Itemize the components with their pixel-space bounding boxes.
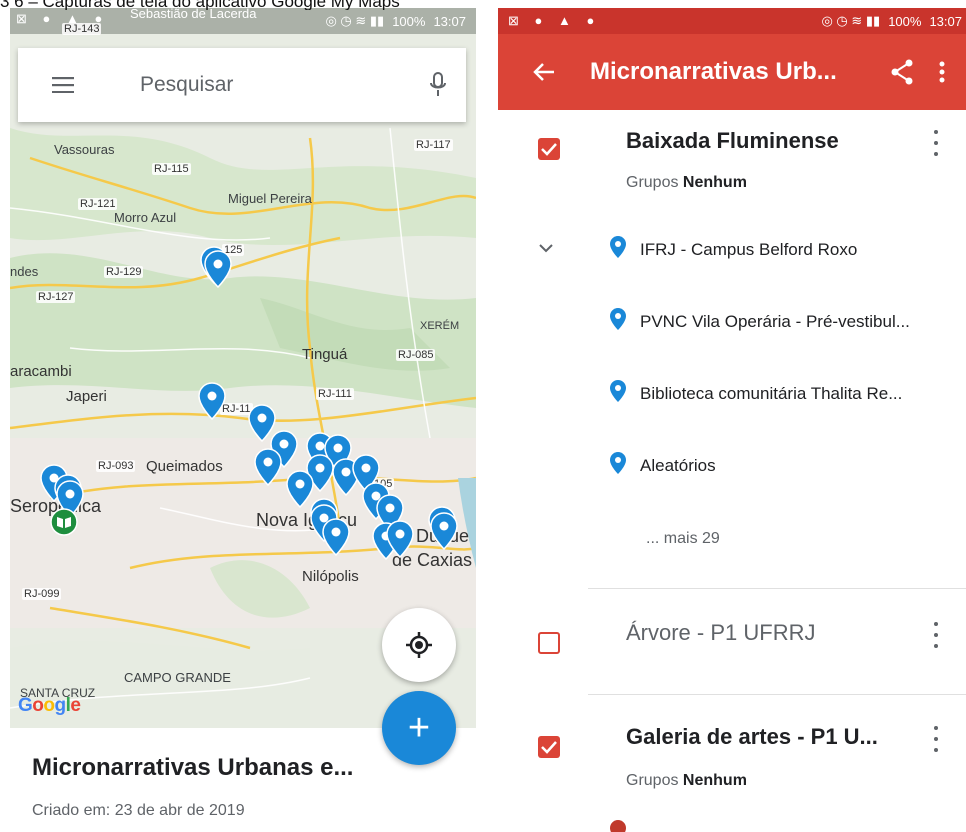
map-label-rj085: RJ-085 — [396, 349, 436, 361]
map-label-rj121: RJ-121 — [78, 198, 118, 210]
map-label-ndes: ndes — [10, 264, 39, 279]
layers-screen: ⊠ ● ▲ ● ◎ ◷ ≋ ▮▮ 100% 13:07 Micronarrati… — [498, 8, 966, 832]
map-label-campo-grande: CAMPO GRANDE — [124, 670, 231, 685]
map-label-rj143: RJ-143 — [62, 23, 102, 35]
layer-checkbox-arvore[interactable] — [538, 632, 560, 654]
library-marker-icon[interactable] — [50, 508, 78, 546]
status-bar: ⊠ ● ▲ ● ◎ ◷ ≋ ▮▮ 100% 13:07 — [498, 8, 966, 34]
map-label-nilopolis: Nilópolis — [302, 568, 359, 585]
map-marker-pin[interactable] — [254, 448, 282, 487]
status-icons: ◎ ◷ ≋ ▮▮ — [821, 13, 881, 28]
map-label-rj115: RJ-115 — [152, 163, 191, 175]
pin-icon — [610, 380, 626, 407]
map-label-aracambi: aracambi — [10, 363, 72, 380]
app-bar: Micronarrativas Urb... — [498, 34, 966, 110]
map-marker-pin[interactable] — [322, 518, 350, 557]
layer-checkbox-baixada[interactable] — [538, 138, 560, 160]
map-label-rj129: RJ-129 — [104, 266, 144, 278]
chevron-down-icon[interactable] — [538, 240, 554, 258]
map-label-rj111: RJ-111 — [316, 388, 354, 400]
share-icon[interactable] — [880, 59, 924, 85]
layer-checkbox-galeria[interactable] — [538, 736, 560, 758]
map-label-queimados: Queimados — [146, 458, 223, 475]
pin-icon — [610, 236, 626, 263]
map-label-vassouras: Vassouras — [54, 142, 115, 157]
place-name: Biblioteca comunitária Thalita Re... — [640, 383, 903, 403]
add-button[interactable]: + — [382, 691, 456, 765]
groups-value: Nenhum — [682, 174, 747, 191]
layer-groups: Grupos Nenhum — [626, 174, 747, 192]
map-screen: ⊠ ● ▲ ● Sebastião de Lacerda ◎ ◷ ≋ ▮▮ 10… — [10, 8, 476, 832]
crosshair-icon — [406, 632, 432, 658]
layer-options-icon[interactable] — [930, 130, 942, 156]
map-label-morro-azul: Morro Azul — [114, 210, 177, 225]
place-item[interactable]: Biblioteca comunitária Thalita Re... — [610, 380, 902, 407]
map-label-rj099: RJ-099 — [22, 588, 62, 600]
battery-level: 100% — [392, 13, 426, 29]
more-places-link[interactable]: ... mais 29 — [646, 530, 720, 548]
layer-options-icon[interactable] — [930, 622, 942, 648]
pin-icon — [610, 820, 626, 832]
google-logo: Google — [18, 695, 81, 716]
check-icon — [541, 143, 557, 156]
place-item[interactable]: PVNC Vila Operária - Pré-vestibul... — [610, 308, 910, 335]
map-marker-pin[interactable] — [198, 382, 226, 421]
groups-label: Grupos — [626, 772, 679, 789]
app-bar-title: Micronarrativas Urb... — [590, 58, 837, 85]
figure-caption: 3 6 – Capturas de tela do aplicativo Goo… — [0, 0, 400, 10]
map-label-tingua: Tinguá — [302, 346, 348, 363]
map-label-rj127: RJ-127 — [36, 291, 76, 303]
map-label-miguel-pereira: Miguel Pereira — [228, 191, 312, 206]
map-label-japeri: Japeri — [66, 388, 107, 405]
mic-icon[interactable] — [410, 72, 466, 98]
map-marker-pin[interactable] — [386, 520, 414, 559]
check-icon — [541, 741, 557, 754]
layer-name-baixada[interactable]: Baixada Fluminense — [626, 128, 839, 154]
pin-icon — [610, 452, 626, 479]
status-time: 13:07 — [433, 13, 466, 29]
map-title[interactable]: Micronarrativas Urbanas e... — [32, 754, 353, 782]
status-icons: ◎ ◷ ≋ ▮▮ — [325, 13, 385, 28]
status-time: 13:07 — [929, 13, 962, 29]
groups-label: Grupos — [626, 174, 679, 191]
layer-options-icon[interactable] — [930, 726, 942, 752]
menu-icon[interactable] — [18, 48, 108, 122]
divider — [588, 588, 966, 589]
back-arrow-icon[interactable] — [498, 62, 590, 82]
map-marker-pin[interactable] — [430, 512, 458, 551]
my-location-button[interactable] — [382, 608, 456, 682]
pin-icon — [610, 308, 626, 335]
place-item[interactable]: Aleatórios — [610, 452, 716, 479]
place-item[interactable]: IFRJ - Campus Belford Roxo — [610, 236, 857, 263]
more-vert-icon[interactable] — [924, 61, 960, 83]
groups-value: Nenhum — [682, 772, 747, 789]
map-label-rj117: RJ-117 — [414, 139, 453, 151]
battery-level: 100% — [888, 13, 922, 29]
status-notification-icons: ⊠ ● ▲ ● — [508, 13, 601, 28]
layer-name-galeria[interactable]: Galeria de artes - P1 U... — [626, 724, 878, 750]
place-name: PVNC Vila Operária - Pré-vestibul... — [640, 311, 910, 331]
map-label-rj093: RJ-093 — [96, 460, 136, 472]
map-created-date: Criado em: 23 de abr de 2019 — [32, 802, 245, 819]
map-label-xerem: XERÉM — [420, 320, 460, 332]
divider — [588, 694, 966, 695]
place-name: Aleatórios — [640, 455, 716, 475]
place-name: IFRJ - Campus Belford Roxo — [640, 239, 858, 259]
search-bar[interactable]: Pesquisar — [18, 48, 466, 122]
layer-name-arvore[interactable]: Árvore - P1 UFRRJ — [626, 620, 815, 646]
map-marker-pin[interactable] — [204, 250, 232, 289]
layer-groups: Grupos Nenhum — [626, 772, 747, 790]
search-input[interactable]: Pesquisar — [108, 73, 410, 97]
